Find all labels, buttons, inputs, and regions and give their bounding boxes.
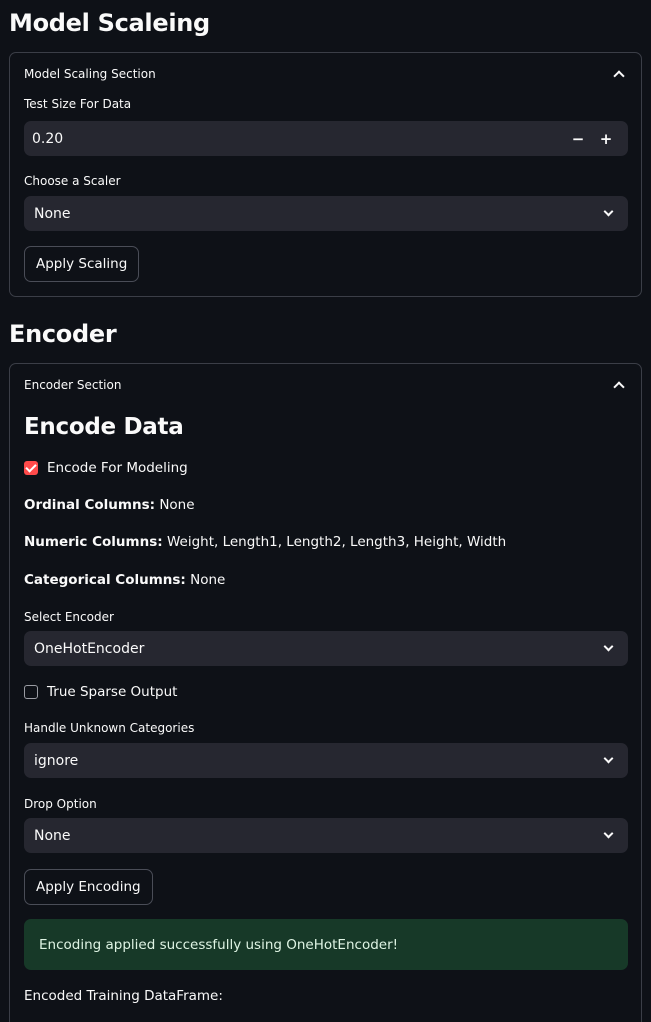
scaler-select-value: None xyxy=(34,205,71,222)
ordinal-columns-value: None xyxy=(159,497,195,513)
numeric-columns-label: Numeric Columns: xyxy=(24,534,163,550)
increment-button[interactable]: + xyxy=(592,121,620,156)
encoded-training-df-label: Encoded Training DataFrame: xyxy=(24,988,223,1004)
chevron-down-icon xyxy=(603,753,614,764)
check-icon[interactable] xyxy=(24,461,38,475)
ordinal-columns-label: Ordinal Columns: xyxy=(24,497,156,513)
true-sparse-output-checkbox[interactable]: True Sparse Output xyxy=(24,684,177,700)
numeric-columns-value: Weight, Length1, Length2, Length3, Heigh… xyxy=(166,534,507,550)
ordinal-columns-line: Ordinal Columns: None xyxy=(24,497,195,513)
success-alert: Encoding applied successfully using OneH… xyxy=(24,919,628,970)
handle-unknown-label: Handle Unknown Categories xyxy=(24,721,195,735)
encode-for-modeling-checkbox[interactable]: Encode For Modeling xyxy=(24,460,188,476)
categorical-columns-line: Categorical Columns: None xyxy=(24,572,225,588)
categorical-columns-value: None xyxy=(190,572,226,588)
model-scaling-expander-header[interactable]: Model Scaling Section xyxy=(10,53,641,95)
encoder-select[interactable]: OneHotEncoder xyxy=(24,631,628,666)
test-size-input[interactable]: 0.20 − + xyxy=(24,121,628,156)
expander-label: Model Scaling Section xyxy=(24,67,156,81)
encoder-expander: Encoder Section Encode Data Encode For M… xyxy=(9,363,642,1022)
model-scaling-expander: Model Scaling Section Test Size For Data… xyxy=(9,52,642,297)
true-sparse-output-label: True Sparse Output xyxy=(47,684,178,700)
expander-label: Encoder Section xyxy=(24,378,122,392)
encode-for-modeling-label: Encode For Modeling xyxy=(47,460,188,476)
encoder-expander-header[interactable]: Encoder Section xyxy=(10,364,641,406)
model-scaling-title: Model Scaleing xyxy=(9,9,210,37)
apply-scaling-button[interactable]: Apply Scaling xyxy=(24,246,140,282)
chevron-down-icon xyxy=(603,206,614,217)
chevron-up-icon xyxy=(613,381,625,393)
app-page: Model Scaleing Model Scaling Section Tes… xyxy=(0,0,651,1022)
checkbox-empty-icon[interactable] xyxy=(24,685,38,699)
encoder-title: Encoder xyxy=(9,320,117,348)
categorical-columns-label: Categorical Columns: xyxy=(24,572,186,588)
chevron-down-icon xyxy=(603,828,614,839)
chevron-down-icon xyxy=(603,641,614,652)
encoder-select-value: OneHotEncoder xyxy=(34,640,145,657)
handle-unknown-select-value: ignore xyxy=(34,752,79,769)
drop-option-label: Drop Option xyxy=(24,797,97,811)
apply-encoding-button[interactable]: Apply Encoding xyxy=(24,869,153,905)
decrement-button[interactable]: − xyxy=(564,121,592,156)
test-size-label: Test Size For Data xyxy=(24,97,132,111)
drop-option-select-value: None xyxy=(34,827,71,844)
numeric-columns-line: Numeric Columns: Weight, Length1, Length… xyxy=(24,534,506,550)
chevron-up-icon xyxy=(613,70,625,82)
select-encoder-label: Select Encoder xyxy=(24,610,114,624)
test-size-value[interactable]: 0.20 xyxy=(32,131,564,147)
scaler-label: Choose a Scaler xyxy=(24,174,121,188)
scaler-select[interactable]: None xyxy=(24,196,628,231)
handle-unknown-select[interactable]: ignore xyxy=(24,743,628,778)
encode-data-heading: Encode Data xyxy=(24,414,184,440)
drop-option-select[interactable]: None xyxy=(24,818,628,853)
